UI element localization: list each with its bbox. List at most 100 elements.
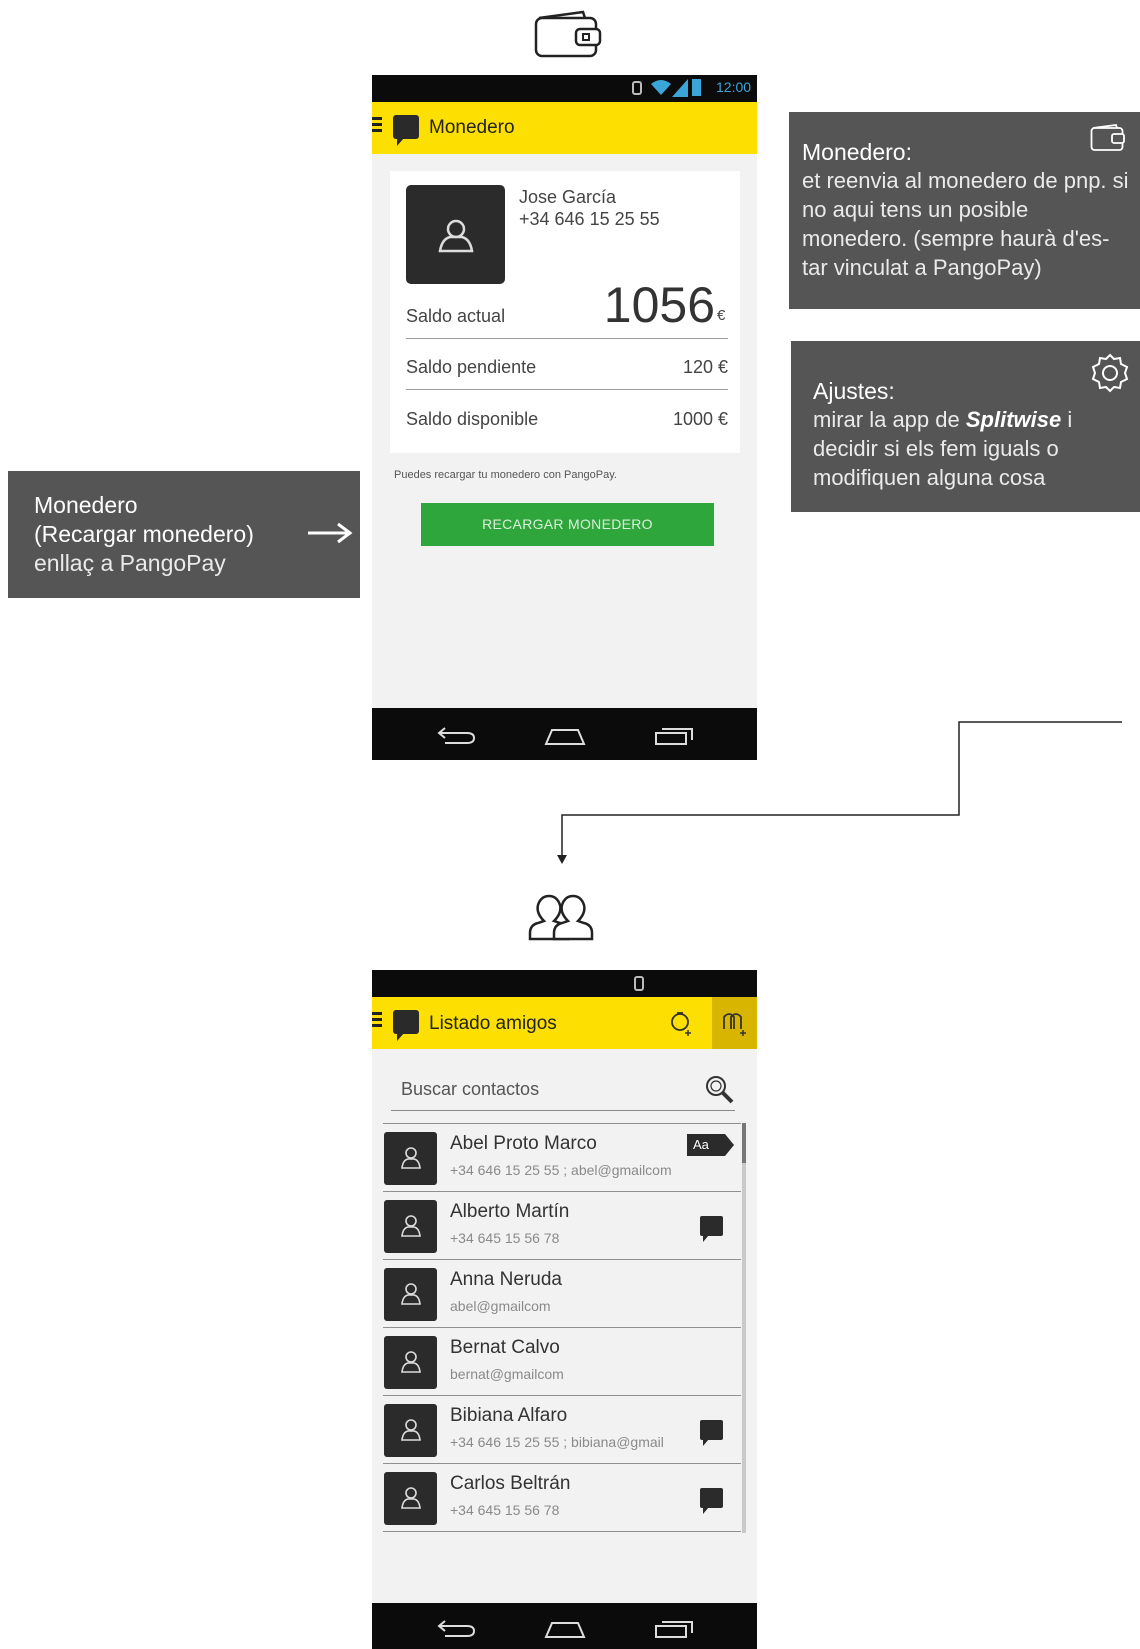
back-icon[interactable] xyxy=(437,1617,477,1639)
signal-icon xyxy=(672,79,688,97)
recents-icon[interactable] xyxy=(654,1617,694,1639)
contact-detail: +34 646 15 25 55 ; bibiana@gmail xyxy=(450,1434,664,1450)
contact-name: Anna Neruda xyxy=(450,1269,562,1290)
recharge-note: Monedero (Recargar monedero) enllaç a Pa… xyxy=(8,471,360,598)
search-icon[interactable] xyxy=(704,1074,734,1104)
wallet-note-body: et reenvia al monedero de pnp. si no aqu… xyxy=(802,168,1129,280)
balance-currency: € xyxy=(717,307,726,324)
avatar xyxy=(384,1336,437,1389)
wallet-note: Monedero: et reenvia al monedero de pnp.… xyxy=(789,112,1140,309)
wallet-icon xyxy=(533,8,603,60)
contact-name: Alberto Martín xyxy=(450,1201,570,1222)
contacts-list: Abel Proto Marco +34 646 15 25 55 ; abel… xyxy=(383,1123,741,1532)
flow-connector xyxy=(555,715,1135,870)
friends-phone: Listado amigos Buscar contactos Abel Pro… xyxy=(372,970,757,1649)
app-logo xyxy=(393,115,419,146)
balance-value: 1056 xyxy=(603,277,715,333)
contact-detail: +34 645 15 56 78 xyxy=(450,1502,560,1518)
contact-name: Bernat Calvo xyxy=(450,1337,560,1358)
list-item[interactable]: Bibiana Alfaro +34 646 15 25 55 ; bibian… xyxy=(383,1396,741,1464)
list-item[interactable]: Carlos Beltrán +34 645 15 56 78 xyxy=(383,1464,741,1532)
list-item[interactable]: Abel Proto Marco +34 646 15 25 55 ; abel… xyxy=(383,1124,741,1192)
list-item[interactable]: Alberto Martín +34 645 15 56 78 xyxy=(383,1192,741,1260)
status-bar xyxy=(372,970,757,997)
page-title: Listado amigos xyxy=(429,1013,557,1034)
list-item[interactable]: Anna Neruda abel@gmailcom xyxy=(383,1260,741,1328)
chat-icon[interactable] xyxy=(700,1420,723,1446)
chat-icon[interactable] xyxy=(700,1488,723,1514)
home-icon[interactable] xyxy=(544,1617,586,1639)
add-friends-icon xyxy=(722,1009,748,1037)
search-input[interactable]: Buscar contactos xyxy=(391,1070,735,1111)
scrollbar[interactable] xyxy=(742,1123,746,1533)
recharge-note-line2: (Recargar monedero) xyxy=(34,521,254,547)
settings-note-text: mirar la app de xyxy=(813,407,966,432)
status-time: 12:00 xyxy=(716,79,752,95)
app-logo xyxy=(393,1010,419,1041)
available-label: Saldo disponible xyxy=(406,409,539,429)
wallet-card: Jose García +34 646 15 25 55 Saldo actua… xyxy=(390,171,740,453)
avatar-icon xyxy=(400,1350,422,1374)
recharge-note-line3: enllaç a PangoPay xyxy=(34,550,226,576)
wifi-icon xyxy=(650,78,672,96)
contact-detail: +34 645 15 56 78 xyxy=(450,1230,560,1246)
menu-icon[interactable] xyxy=(372,117,382,135)
wallet-phone: 12:00 Monedero Jose García +34 646 15 25… xyxy=(372,75,757,760)
avatar xyxy=(384,1472,437,1525)
nav-bar xyxy=(372,1603,757,1649)
status-bar: 12:00 xyxy=(372,75,757,102)
aa-badge[interactable]: Aa xyxy=(687,1134,734,1156)
list-item[interactable]: Bernat Calvo bernat@gmailcom xyxy=(383,1328,741,1396)
chat-icon[interactable] xyxy=(700,1216,723,1242)
contact-name: Carlos Beltrán xyxy=(450,1473,571,1494)
avatar-icon xyxy=(400,1146,422,1170)
recharge-note-line1: Monedero xyxy=(34,492,138,518)
avatar xyxy=(384,1200,437,1253)
page-title: Monedero xyxy=(429,117,515,138)
avatar-icon xyxy=(400,1418,422,1442)
contact-detail: abel@gmailcom xyxy=(450,1298,551,1314)
divider xyxy=(406,389,728,390)
settings-note: Ajustes: mirar la app de Splitwise i dec… xyxy=(791,341,1140,512)
available-value: 1000 € xyxy=(672,409,728,429)
search-placeholder: Buscar contactos xyxy=(401,1079,540,1099)
bluetooth-icon xyxy=(632,81,642,95)
settings-note-title: Ajustes: xyxy=(813,378,895,404)
contact-detail: bernat@gmailcom xyxy=(450,1366,564,1382)
avatar-icon xyxy=(400,1282,422,1306)
settings-note-app: Splitwise xyxy=(965,407,1062,432)
balance-label: Saldo actual xyxy=(406,306,506,326)
avatar-icon xyxy=(400,1214,422,1238)
wallet-note-title: Monedero: xyxy=(802,139,912,165)
friends-icon xyxy=(524,893,596,943)
back-icon[interactable] xyxy=(437,724,477,746)
avatar xyxy=(406,185,505,284)
add-expense-icon[interactable] xyxy=(669,1009,695,1037)
divider xyxy=(406,338,728,339)
user-name: Jose García xyxy=(519,187,617,207)
avatar-icon xyxy=(400,1486,422,1510)
bluetooth-icon xyxy=(634,976,644,991)
avatar xyxy=(384,1132,437,1185)
contact-detail: +34 646 15 25 55 ; abel@gmailcom xyxy=(450,1162,672,1178)
settings-note-body: mirar la app de Splitwise i decidir si e… xyxy=(813,405,1113,492)
pending-value: 120 € xyxy=(682,357,728,377)
arrow-right-icon xyxy=(306,521,354,545)
avatar-icon xyxy=(436,215,476,255)
user-phone: +34 646 15 25 55 xyxy=(519,209,660,229)
avatar xyxy=(384,1268,437,1321)
pending-label: Saldo pendiente xyxy=(406,357,537,377)
battery-icon xyxy=(692,79,701,96)
wallet-icon xyxy=(1090,124,1126,152)
avatar xyxy=(384,1404,437,1457)
app-bar: Listado amigos xyxy=(372,997,757,1049)
gear-icon xyxy=(1089,352,1131,394)
contact-name: Bibiana Alfaro xyxy=(450,1405,568,1426)
app-bar: Monedero xyxy=(372,102,757,154)
recharge-hint: Puedes recargar tu monedero con PangoPay… xyxy=(394,469,617,481)
contact-name: Abel Proto Marco xyxy=(450,1133,597,1154)
scrollbar-thumb[interactable] xyxy=(742,1123,746,1163)
recharge-button[interactable]: RECARGAR MONEDERO xyxy=(421,503,714,546)
menu-icon[interactable] xyxy=(372,1012,382,1030)
add-friends-button[interactable] xyxy=(712,997,757,1049)
